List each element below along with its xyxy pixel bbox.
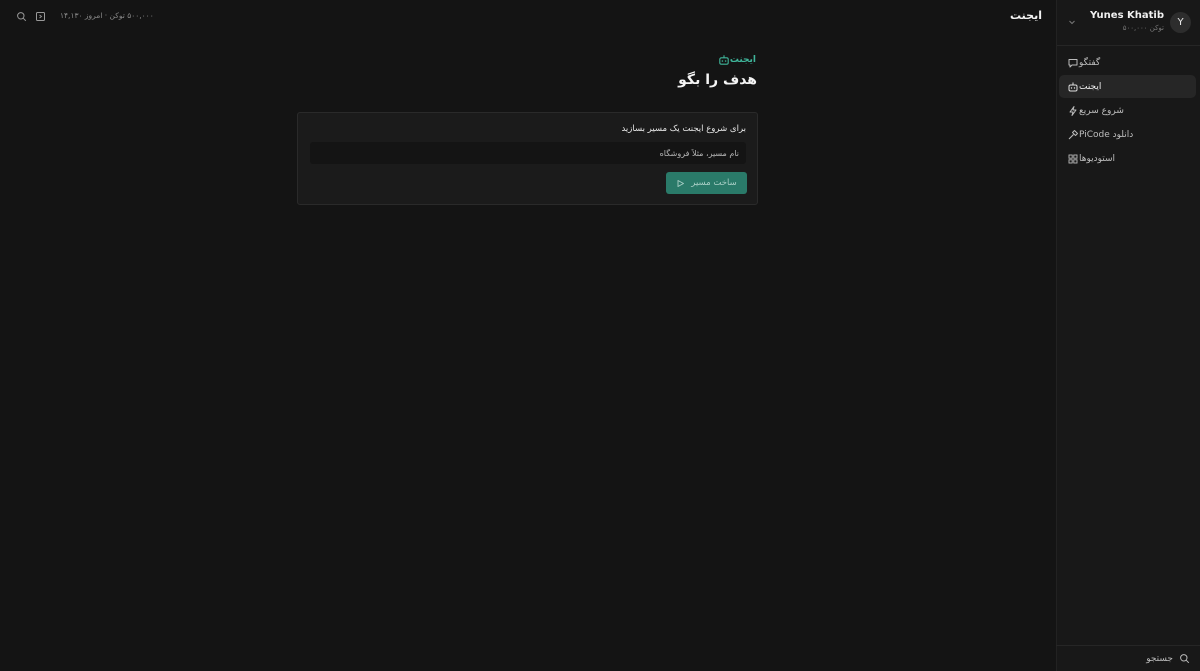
build-route-button[interactable]: ساخت مسیر	[666, 172, 747, 194]
sidebar-item-chat[interactable]: گفتگو	[1059, 51, 1196, 74]
user-menu[interactable]: Y Yunes Khatib ۵۰۰,۰۰۰ توکن	[1057, 0, 1200, 46]
sidebar-item-label: ایجنت	[1079, 81, 1102, 92]
create-route-label: برای شروع ایجنت یک مسیر بسازید	[621, 124, 746, 134]
sidebar: Y Yunes Khatib ۵۰۰,۰۰۰ توکن گفتگو ایجنت …	[1056, 0, 1200, 671]
page-title: هدف را بگو	[678, 72, 757, 88]
route-name-input[interactable]	[310, 142, 746, 164]
page-heading: ایجنت	[1010, 9, 1042, 22]
sidebar-item-label: استودیوها	[1079, 153, 1116, 164]
sidebar-item-label: شروع سریع	[1079, 105, 1124, 116]
section-tag-label: ایجنت	[729, 55, 756, 65]
user-token-balance: ۵۰۰,۰۰۰ توکن	[1122, 24, 1164, 32]
lightning-icon	[1067, 105, 1079, 117]
sidebar-search-button[interactable]: جستجو	[1056, 645, 1200, 671]
panel-toggle-icon[interactable]	[35, 11, 46, 22]
chevron-down-icon[interactable]	[1067, 17, 1077, 27]
chat-icon	[1067, 57, 1079, 69]
sidebar-item-quick-start[interactable]: شروع سریع	[1059, 99, 1196, 122]
section-tag: ایجنت	[712, 54, 756, 66]
build-route-button-label: ساخت مسیر	[691, 178, 737, 188]
sidebar-item-label: دانلود PiCode	[1079, 129, 1134, 140]
search-icon[interactable]	[16, 11, 27, 22]
create-route-card: برای شروع ایجنت یک مسیر بسازید ساخت مسیر	[297, 112, 758, 205]
sidebar-item-agent[interactable]: ایجنت	[1059, 75, 1196, 98]
grid-icon	[1067, 153, 1079, 165]
robot-icon	[718, 54, 730, 66]
sidebar-search-label: جستجو	[1146, 653, 1173, 664]
robot-icon	[1067, 81, 1079, 93]
sidebar-item-download-picode[interactable]: دانلود PiCode	[1059, 123, 1196, 146]
sidebar-item-studios[interactable]: استودیوها	[1059, 147, 1196, 170]
sidebar-item-label: گفتگو	[1079, 57, 1101, 68]
search-icon	[1179, 653, 1190, 664]
sidebar-nav: گفتگو ایجنت شروع سریع دانلود PiCode استو…	[1059, 51, 1196, 171]
avatar: Y	[1170, 12, 1191, 33]
play-icon	[676, 179, 685, 188]
top-bar: ایجنت ۵۰۰,۰۰۰ توکن · امروز ۱۴,۱۳۰	[0, 0, 1056, 32]
token-usage-status: ۵۰۰,۰۰۰ توکن · امروز ۱۴,۱۳۰	[60, 11, 154, 20]
user-name: Yunes Khatib	[1090, 10, 1164, 21]
hammer-icon	[1067, 129, 1079, 141]
